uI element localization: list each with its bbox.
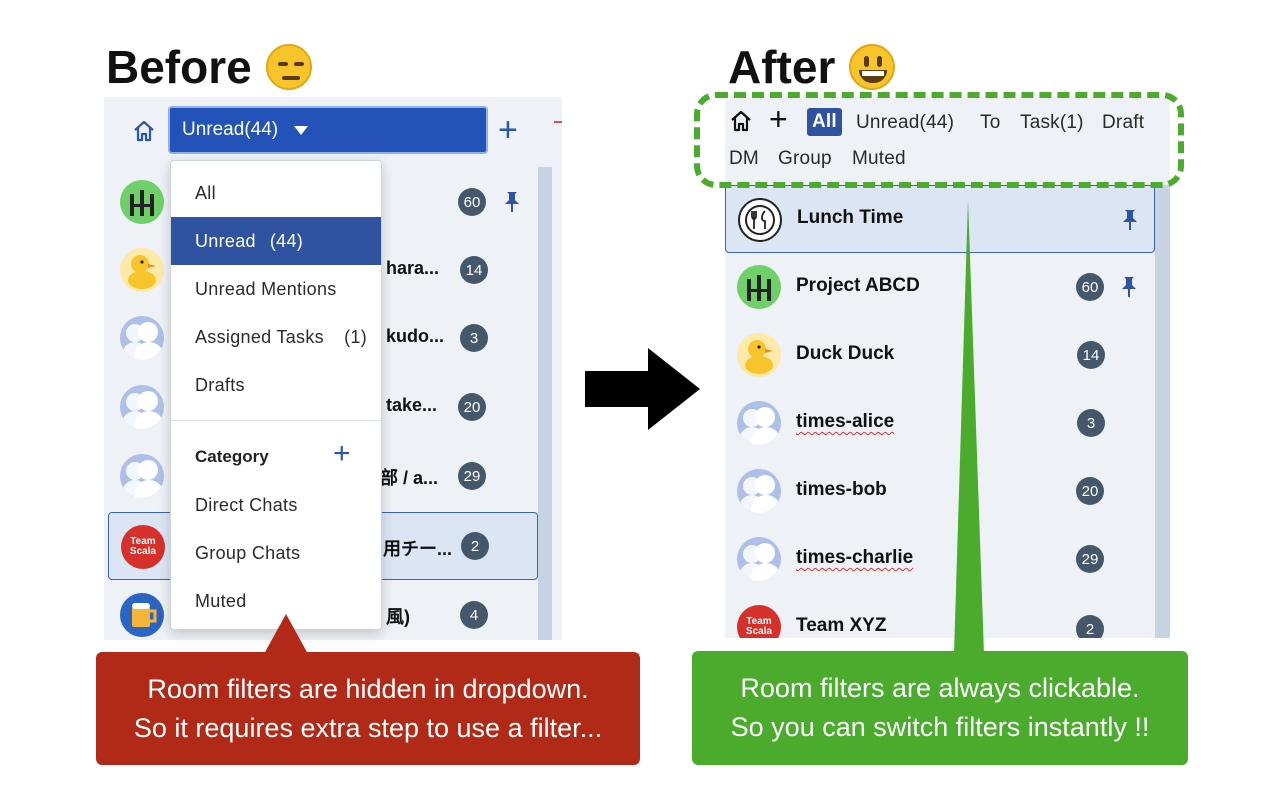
team-avatar: Team Scala bbox=[121, 525, 165, 569]
unread-count-badge: 60 bbox=[458, 188, 486, 216]
room-row[interactable]: times-charlie 29 bbox=[725, 525, 1155, 593]
user-avatar bbox=[120, 385, 164, 429]
room-row[interactable]: Team Scala Team XYZ 2 bbox=[725, 593, 1155, 638]
expressionless-face-emoji-icon bbox=[265, 44, 312, 90]
callout-pointer bbox=[264, 614, 308, 654]
filter-option-unread-mentions[interactable]: Unread Mentions bbox=[171, 265, 381, 313]
before-title: Before bbox=[106, 41, 252, 93]
room-filter-select-label: Unread(44) bbox=[182, 119, 279, 140]
room-name: Project ABCD bbox=[796, 275, 920, 296]
category-heading: Category bbox=[195, 447, 269, 466]
unread-count-badge: 4 bbox=[460, 601, 488, 629]
room-row-selected[interactable]: Lunch Time bbox=[725, 185, 1155, 253]
divider bbox=[554, 121, 562, 123]
filter-option-assigned-tasks[interactable]: Assigned Tasks (1) bbox=[171, 313, 381, 361]
room-filter-dropdown: All Unread (44) Unread Mentions Assigned… bbox=[170, 160, 382, 630]
before-heading: Before bbox=[106, 40, 312, 94]
project-avatar bbox=[737, 265, 781, 309]
category-group-chats[interactable]: Group Chats bbox=[171, 529, 381, 577]
filter-option-count: (44) bbox=[269, 230, 304, 251]
room-name: times-bob bbox=[796, 479, 887, 500]
grinning-face-emoji-icon bbox=[849, 44, 896, 90]
duck-avatar bbox=[737, 333, 781, 377]
project-avatar bbox=[120, 180, 164, 224]
unread-count-badge: 14 bbox=[1077, 341, 1105, 369]
filter-option-unread[interactable]: Unread (44) bbox=[171, 217, 381, 265]
room-row[interactable]: Project ABCD 60 bbox=[725, 253, 1155, 321]
unread-count-badge: 2 bbox=[461, 532, 489, 560]
room-name: Lunch Time bbox=[797, 207, 904, 228]
room-row[interactable]: times-bob 20 bbox=[725, 457, 1155, 525]
pin-icon[interactable] bbox=[1122, 208, 1138, 232]
user-avatar bbox=[737, 401, 781, 445]
unread-count-badge: 60 bbox=[1076, 273, 1104, 301]
filter-option-label: Assigned Tasks bbox=[195, 326, 324, 347]
user-avatar bbox=[737, 537, 781, 581]
beer-avatar bbox=[120, 593, 164, 637]
unread-count-badge: 3 bbox=[460, 324, 488, 352]
room-name: kudo... bbox=[386, 326, 444, 346]
filter-option-drafts[interactable]: Drafts bbox=[171, 361, 381, 409]
room-name: Team XYZ bbox=[796, 615, 887, 636]
room-name: 風) bbox=[386, 607, 410, 627]
room-name: times-alice bbox=[796, 411, 895, 432]
filter-option-label: Drafts bbox=[195, 374, 245, 395]
category-direct-chats[interactable]: Direct Chats bbox=[171, 481, 381, 529]
pin-icon[interactable] bbox=[504, 190, 520, 214]
filter-option-label: Unread bbox=[195, 230, 256, 251]
unread-count-badge: 20 bbox=[458, 393, 486, 421]
room-row[interactable]: Duck Duck 14 bbox=[725, 321, 1155, 389]
lunch-avatar bbox=[738, 198, 782, 242]
before-callout: Room filters are hidden in dropdown. So … bbox=[96, 652, 640, 765]
user-avatar bbox=[120, 454, 164, 498]
scrollbar[interactable] bbox=[538, 167, 552, 640]
category-label: Direct Chats bbox=[195, 494, 298, 515]
caret-down-icon bbox=[294, 125, 309, 135]
pin-icon[interactable] bbox=[1121, 275, 1137, 299]
right-arrow-icon bbox=[585, 371, 651, 407]
category-label: Group Chats bbox=[195, 542, 301, 563]
unread-count-badge: 29 bbox=[458, 462, 486, 490]
duck-avatar bbox=[120, 248, 164, 292]
user-avatar bbox=[120, 316, 164, 360]
after-callout-line1: Room filters are always clickable. bbox=[740, 673, 1140, 703]
add-room-button[interactable]: + bbox=[498, 113, 518, 147]
room-name: hara... bbox=[386, 258, 440, 278]
filter-option-count: (1) bbox=[344, 326, 367, 347]
after-callout: Room filters are always clickable. So yo… bbox=[692, 651, 1188, 765]
before-callout-line1: Room filters are hidden in dropdown. bbox=[147, 673, 589, 704]
team-avatar-line2: Scala bbox=[745, 626, 773, 637]
room-name: take... bbox=[386, 395, 438, 415]
filter-option-label: Unread Mentions bbox=[195, 278, 337, 299]
add-category-button[interactable]: + bbox=[333, 439, 351, 469]
filter-highlight-box bbox=[694, 92, 1184, 188]
team-avatar-line2: Scala bbox=[129, 546, 157, 557]
room-name: 部 / a... bbox=[380, 468, 439, 488]
unread-count-badge: 29 bbox=[1076, 545, 1104, 573]
after-heading: After bbox=[728, 40, 896, 94]
room-name: Duck Duck bbox=[796, 343, 895, 364]
filter-option-all[interactable]: All bbox=[171, 169, 381, 217]
unread-count-badge: 14 bbox=[460, 256, 488, 284]
category-label: Muted bbox=[195, 590, 247, 611]
right-arrow-head-icon bbox=[648, 348, 700, 430]
dropdown-divider bbox=[171, 420, 381, 421]
before-toolbar: Unread(44) + bbox=[104, 97, 562, 163]
after-title: After bbox=[728, 41, 836, 93]
after-callout-line2: So you can switch filters instantly !! bbox=[730, 712, 1150, 742]
room-row[interactable]: times-alice 3 bbox=[725, 389, 1155, 457]
team-avatar: Team Scala bbox=[737, 605, 781, 638]
room-filter-select[interactable]: Unread(44) bbox=[168, 106, 488, 154]
scrollbar[interactable] bbox=[1155, 185, 1170, 638]
user-avatar bbox=[737, 469, 781, 513]
unread-count-badge: 2 bbox=[1076, 615, 1104, 638]
room-name: times-charlie bbox=[796, 547, 914, 568]
filter-option-label: All bbox=[195, 182, 216, 203]
unread-count-badge: 3 bbox=[1077, 409, 1105, 437]
unread-count-badge: 20 bbox=[1076, 477, 1104, 505]
before-callout-line2: So it requires extra step to use a filte… bbox=[133, 712, 603, 743]
home-icon[interactable] bbox=[132, 119, 156, 143]
room-name: 用チー... bbox=[383, 539, 453, 559]
